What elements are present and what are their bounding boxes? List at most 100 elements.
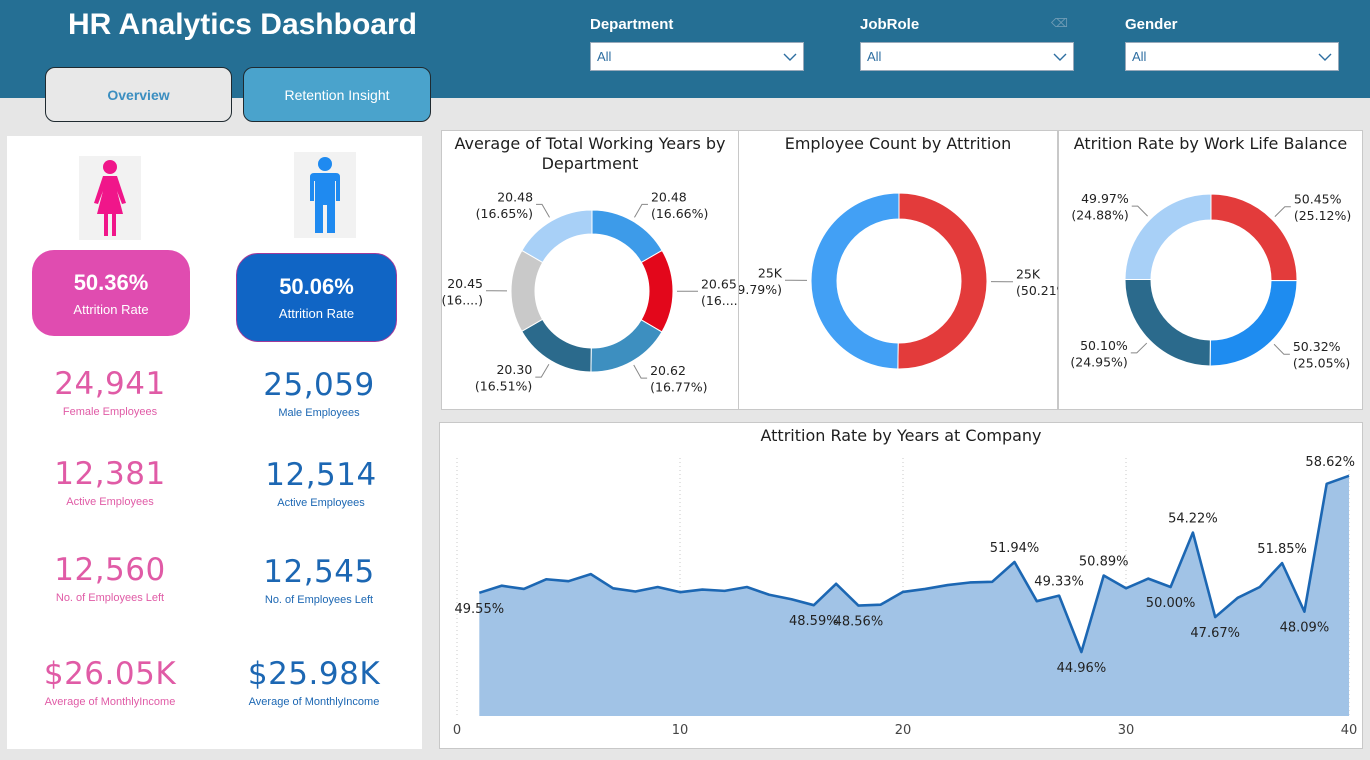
data-label: 48.59% — [789, 614, 839, 629]
working-years-slice-pct-1: (16....) — [701, 293, 740, 308]
male-income-kpi: $25.98K Average of MonthlyIncome — [214, 656, 414, 708]
work-life-balance-slice-label-0: 50.45% — [1294, 192, 1342, 207]
chevron-down-icon — [1053, 53, 1067, 61]
employee-count-by-attrition-card: Employee Count by Attrition 25K(50.21%)2… — [738, 130, 1059, 410]
data-point[interactable] — [1280, 561, 1284, 565]
data-point[interactable] — [901, 590, 905, 594]
data-label: 50.00% — [1146, 596, 1196, 611]
data-point[interactable] — [1258, 585, 1262, 589]
employee-count-slice-label-1: 25K — [758, 265, 783, 280]
jobrole-slicer: JobRole ⌫ All — [860, 16, 1074, 71]
data-point[interactable] — [923, 587, 927, 591]
employee-count-chart-title: Employee Count by Attrition — [784, 134, 1012, 153]
data-point[interactable] — [856, 604, 860, 608]
data-label: 47.67% — [1190, 626, 1240, 641]
data-point[interactable] — [1057, 594, 1061, 598]
data-point[interactable] — [1013, 560, 1017, 564]
work-life-balance-slice-pct-2: (24.95%) — [1070, 354, 1127, 369]
working-years-slice-4[interactable] — [510, 249, 544, 332]
data-point[interactable] — [567, 579, 571, 583]
data-point[interactable] — [723, 589, 727, 593]
data-point[interactable] — [1325, 482, 1329, 486]
work-life-balance-slice-1[interactable] — [1209, 279, 1298, 367]
data-point[interactable] — [1213, 615, 1217, 619]
employee-count-slice-pct-0: (50.21%) — [1016, 283, 1059, 298]
work-life-balance-slice-2[interactable] — [1124, 278, 1211, 367]
data-point[interactable] — [500, 584, 504, 588]
female-left-label: No. of Employees Left — [55, 592, 165, 604]
data-point[interactable] — [522, 587, 526, 591]
department-dropdown[interactable]: All — [590, 42, 804, 71]
data-label: 50.89% — [1079, 555, 1129, 570]
male-left-label: No. of Employees Left — [264, 594, 374, 606]
working-years-leader-line-5 — [536, 203, 550, 218]
data-point[interactable] — [1124, 586, 1128, 590]
years-at-company-area-chart: 0 10 20 30 40 49.55% 48.59%48.56% 51.94% 49.33% 4… — [453, 455, 1357, 738]
female-employees-value: 24,941 — [54, 366, 166, 402]
data-point[interactable] — [1102, 574, 1106, 578]
jobrole-dropdown-value: All — [867, 49, 882, 64]
x-tick-label: 30 — [1118, 723, 1135, 738]
overview-nav-button[interactable]: Overview — [45, 67, 232, 122]
work-life-balance-slice-pct-1: (25.05%) — [1293, 356, 1350, 371]
data-point[interactable] — [879, 603, 883, 607]
data-point[interactable] — [1035, 599, 1039, 603]
working-years-slice-pct-0: (16.66%) — [651, 206, 708, 221]
dashboard-title: HR Analytics Dashboard — [68, 8, 417, 41]
data-point[interactable] — [745, 585, 749, 589]
work-life-balance-leader-line-3 — [1131, 205, 1148, 217]
data-point[interactable] — [589, 572, 593, 576]
gender-slicer: Gender All — [1125, 16, 1339, 71]
data-point[interactable] — [767, 593, 771, 597]
data-point[interactable] — [678, 590, 682, 594]
female-income-label: Average of MonthlyIncome — [44, 696, 176, 708]
data-point[interactable] — [834, 582, 838, 586]
data-point[interactable] — [946, 583, 950, 587]
data-point[interactable] — [812, 603, 816, 607]
data-point[interactable] — [1169, 585, 1173, 589]
data-label: 48.09% — [1280, 621, 1330, 636]
data-point[interactable] — [1079, 650, 1083, 654]
data-point[interactable] — [656, 585, 660, 589]
data-point[interactable] — [477, 591, 481, 595]
data-point[interactable] — [790, 597, 794, 601]
gender-kpi-panel: 50.36% Attrition Rate 50.06% Attrition R… — [7, 136, 422, 749]
data-point[interactable] — [633, 590, 637, 594]
working-years-leader-line-3 — [535, 364, 550, 378]
female-icon — [79, 156, 141, 240]
male-employees-label: Male Employees — [278, 407, 360, 419]
data-point[interactable] — [544, 577, 548, 581]
jobrole-dropdown[interactable]: All — [860, 42, 1074, 71]
work-life-balance-chart-title: Atrition Rate by Work Life Balance — [1073, 134, 1348, 153]
data-point[interactable] — [1302, 610, 1306, 614]
data-point[interactable] — [990, 580, 994, 584]
female-left-value: 12,560 — [54, 552, 166, 588]
gender-dropdown[interactable]: All — [1125, 42, 1339, 71]
employee-count-slice-1[interactable] — [810, 192, 900, 370]
data-point[interactable] — [1191, 531, 1195, 535]
employee-count-donut-chart: 25K(50.21%)25K(49.79%) — [739, 192, 1059, 370]
male-employees-value: 25,059 — [263, 367, 375, 403]
working-years-slice-1[interactable] — [640, 249, 674, 333]
working-years-slice-pct-3: (16.51%) — [475, 379, 532, 394]
department-slicer: Department All — [590, 16, 804, 71]
chevron-down-icon — [783, 53, 797, 61]
employee-count-slice-pct-1: (49.79%) — [739, 282, 782, 297]
retention-insight-nav-button[interactable]: Retention Insight — [243, 67, 431, 122]
data-point[interactable] — [1236, 596, 1240, 600]
employee-count-slice-0[interactable] — [897, 192, 988, 370]
working-years-slice-pct-5: (16.65%) — [476, 206, 533, 221]
clear-selection-icon[interactable]: ⌫ — [1051, 16, 1068, 30]
x-tick-label: 20 — [895, 723, 912, 738]
male-active-label: Active Employees — [277, 497, 365, 509]
data-point[interactable] — [700, 588, 704, 592]
male-income-label: Average of MonthlyIncome — [248, 696, 380, 708]
jobrole-slicer-label: JobRole — [860, 16, 920, 33]
data-point[interactable] — [1146, 577, 1150, 581]
data-point[interactable] — [1347, 474, 1351, 478]
data-point[interactable] — [968, 580, 972, 584]
male-active-kpi: 12,514 Active Employees — [221, 457, 421, 509]
data-point[interactable] — [611, 586, 615, 590]
employee-count-slice-label-0: 25K — [1016, 267, 1041, 282]
male-attrition-rate-label: Attrition Rate — [278, 306, 355, 321]
